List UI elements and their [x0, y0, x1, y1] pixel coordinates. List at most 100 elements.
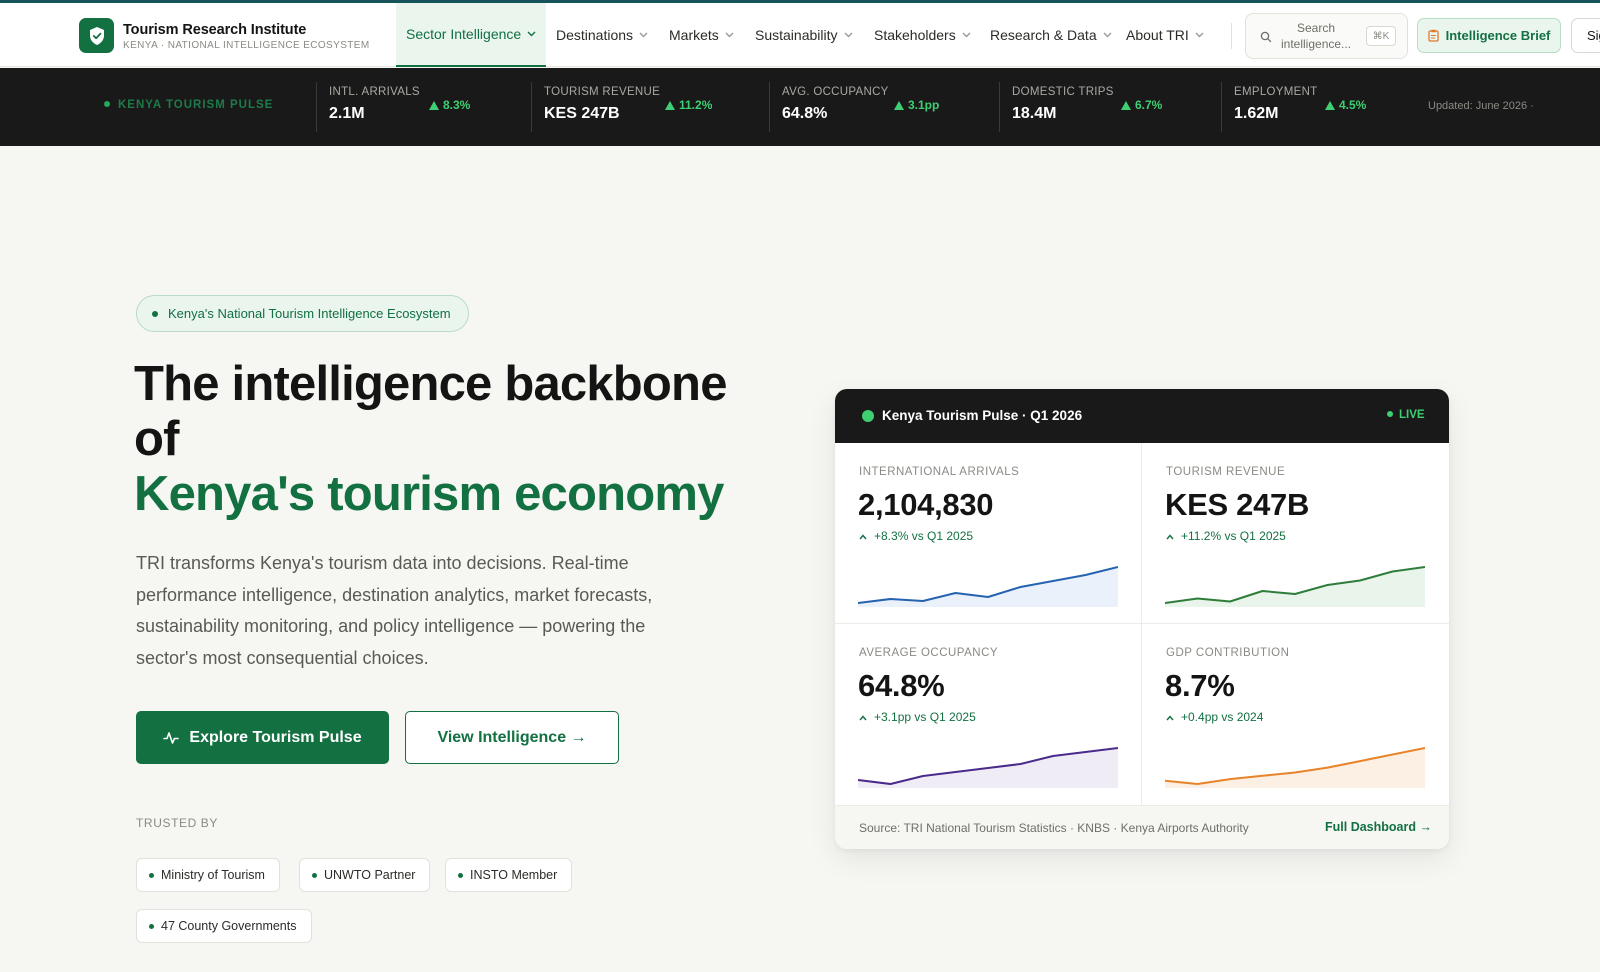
- trusted-chip: Ministry of Tourism: [136, 858, 280, 892]
- nav-divider: [1231, 23, 1232, 49]
- brand-name[interactable]: Tourism Research Institute: [123, 22, 306, 38]
- chevron-down-icon: [639, 32, 648, 38]
- live-dot-icon: [1387, 410, 1393, 417]
- ticker-metric-change: 8.3%: [429, 98, 470, 112]
- search-icon: [1260, 30, 1272, 48]
- ticker-updated-timestamp: Updated: June 2026 ·: [1428, 100, 1534, 112]
- ticker-metric-value: 18.4M: [1012, 105, 1057, 122]
- card-divider-vertical: [1141, 443, 1142, 805]
- metric-average-occupancy[interactable]: AVERAGE OCCUPANCY 64.8% +3.1pp vs Q1 202…: [835, 624, 1142, 804]
- nav-item-label: Destinations: [556, 27, 634, 43]
- shield-logo-icon[interactable]: [79, 18, 114, 53]
- nav-item-destinations[interactable]: Destinations: [556, 3, 648, 67]
- live-badge: LIVE: [1387, 409, 1425, 421]
- ticker-metric-value: KES 247B: [544, 105, 620, 122]
- metric-international-arrivals[interactable]: INTERNATIONAL ARRIVALS 2,104,830 +8.3% v…: [835, 443, 1142, 623]
- ticker-metric-label: INTL. ARRIVALS: [329, 86, 420, 98]
- hero-title: The intelligence backbone of Kenya's tou…: [134, 357, 754, 522]
- chevron-down-icon: [1195, 32, 1204, 38]
- chevron-down-icon: [527, 31, 536, 37]
- trusted-chip: UNWTO Partner: [299, 858, 431, 892]
- sparkline-area: [1165, 748, 1425, 788]
- hero-title-line-2: Kenya's tourism economy: [134, 467, 724, 521]
- nav-item-research-data[interactable]: Research & Data: [990, 3, 1112, 67]
- metric-value: KES 247B: [1165, 487, 1310, 522]
- nav-item-label: Markets: [669, 27, 719, 43]
- metric-label: GDP CONTRIBUTION: [1166, 647, 1290, 659]
- ticker-metric-change: 3.1pp: [894, 98, 939, 112]
- explore-tourism-pulse-label: Explore Tourism Pulse: [189, 728, 362, 746]
- chevron-down-icon: [1103, 32, 1112, 38]
- ticker-metric-change: 4.5%: [1325, 98, 1366, 112]
- badge-dot-icon: [152, 310, 158, 317]
- nav-item-sector-intelligence[interactable]: Sector Intelligence: [396, 3, 547, 67]
- keyboard-shortcut-badge: ⌘K: [1366, 26, 1396, 46]
- chevron-up-icon: [1166, 710, 1174, 724]
- explore-tourism-pulse-button[interactable]: Explore Tourism Pulse: [136, 711, 389, 764]
- pulse-card-title: Kenya Tourism Pulse · Q1 2026: [882, 408, 1083, 423]
- ticker-metric-value: 64.8%: [782, 105, 828, 122]
- metric-change: +11.2% vs Q1 2025: [1166, 529, 1286, 543]
- metric-value: 8.7%: [1165, 668, 1235, 703]
- search-input[interactable]: Search intelligence... ⌘K: [1245, 13, 1408, 59]
- tourism-pulse-card: Kenya Tourism Pulse · Q1 2026 LIVE INTER…: [835, 389, 1449, 849]
- ticker-metric-change: 6.7%: [1121, 98, 1162, 112]
- ticker-metric-arrivals[interactable]: INTL. ARRIVALS 2.1M 8.3%: [316, 82, 528, 132]
- hero-eyebrow-label: Kenya's National Tourism Intelligence Ec…: [168, 306, 451, 321]
- nav-item-label: About TRI: [1126, 27, 1189, 43]
- chevron-down-icon: [962, 32, 971, 38]
- metric-tourism-revenue[interactable]: TOURISM REVENUE KES 247B +11.2% vs Q1 20…: [1142, 443, 1449, 623]
- nav-item-markets[interactable]: Markets: [669, 3, 734, 67]
- nav-item-stakeholders[interactable]: Stakeholders: [874, 3, 971, 67]
- up-triangle-icon: [894, 101, 904, 110]
- pulse-card-footer: Source: TRI National Tourism Statistics …: [835, 805, 1449, 849]
- live-dot-icon: [104, 100, 110, 107]
- search-placeholder: Search intelligence...: [1281, 21, 1352, 51]
- chevron-up-icon: [1166, 529, 1174, 543]
- card-divider-horizontal: [835, 623, 1449, 624]
- trusted-chip: 47 County Governments: [136, 909, 312, 943]
- full-dashboard-link[interactable]: Full Dashboard →: [1325, 820, 1432, 834]
- hero-description: TRI transforms Kenya's tourism data into…: [136, 553, 653, 668]
- pulse-card-header: Kenya Tourism Pulse · Q1 2026 LIVE: [835, 389, 1449, 443]
- chevron-down-icon: [725, 32, 734, 38]
- ticker-metric-occupancy[interactable]: AVG. OCCUPANCY 64.8% 3.1pp: [769, 82, 997, 132]
- metric-label: TOURISM REVENUE: [1166, 466, 1286, 478]
- status-dot-icon: [862, 410, 874, 422]
- nav-item-label: Stakeholders: [874, 27, 956, 43]
- up-triangle-icon: [429, 101, 439, 110]
- nav-item-label: Sector Intelligence: [406, 26, 522, 42]
- ticker-metric-label: TOURISM REVENUE: [544, 86, 661, 98]
- chevron-up-icon: [859, 710, 867, 724]
- view-intelligence-button[interactable]: View Intelligence →: [405, 711, 619, 764]
- metric-change: +3.1pp vs Q1 2025: [859, 710, 976, 724]
- brand-tagline: KENYA · NATIONAL INTELLIGENCE ECOSYSTEM: [123, 40, 370, 51]
- chevron-up-icon: [859, 529, 867, 543]
- metric-value: 2,104,830: [858, 487, 994, 522]
- top-navigation: Tourism Research Institute KENYA · NATIO…: [0, 3, 1600, 67]
- up-triangle-icon: [1121, 101, 1131, 110]
- chip-dot-icon: [149, 923, 154, 929]
- nav-item-about-tri[interactable]: About TRI: [1126, 3, 1204, 67]
- metric-value: 64.8%: [858, 668, 945, 703]
- data-source-note: Source: TRI National Tourism Statistics …: [859, 821, 1249, 835]
- up-triangle-icon: [665, 101, 675, 110]
- ticker-metric-domestic-trips[interactable]: DOMESTIC TRIPS 18.4M 6.7%: [999, 82, 1219, 132]
- hero-eyebrow-badge: Kenya's National Tourism Intelligence Ec…: [136, 295, 469, 332]
- metric-label: AVERAGE OCCUPANCY: [859, 647, 999, 659]
- ticker-metric-change: 11.2%: [665, 98, 712, 112]
- sign-in-button[interactable]: Sign in: [1571, 18, 1600, 53]
- sparkline-chart: [1165, 566, 1425, 607]
- intelligence-brief-label: Intelligence Brief: [1445, 28, 1551, 43]
- ticker-metric-employment[interactable]: EMPLOYMENT 1.62M 4.5%: [1221, 82, 1421, 132]
- chip-dot-icon: [149, 872, 154, 878]
- intelligence-brief-button[interactable]: Intelligence Brief: [1417, 18, 1561, 53]
- metric-change: +0.4pp vs 2024: [1166, 710, 1263, 724]
- ticker-metric-revenue[interactable]: TOURISM REVENUE KES 247B 11.2%: [531, 82, 767, 132]
- metric-gdp-contribution[interactable]: GDP CONTRIBUTION 8.7% +0.4pp vs 2024: [1142, 624, 1449, 804]
- sparkline-chart: [1165, 747, 1425, 788]
- nav-item-sustainability[interactable]: Sustainability: [755, 3, 853, 67]
- activity-pulse-icon: [163, 730, 180, 746]
- trusted-by-label: TRUSTED BY: [136, 816, 219, 830]
- ticker-metric-label: AVG. OCCUPANCY: [782, 86, 889, 98]
